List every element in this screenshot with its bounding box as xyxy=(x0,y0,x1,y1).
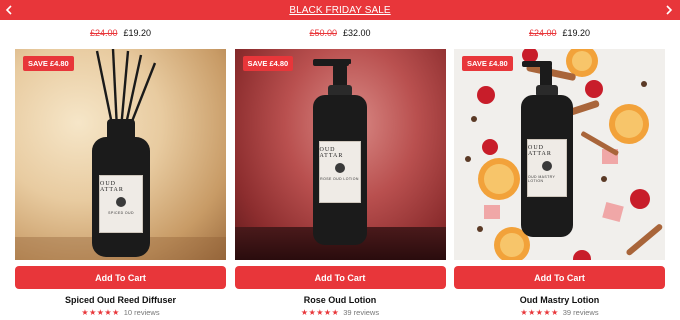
tree-logo xyxy=(542,161,552,171)
product-label: OUD ATTAR ROSE OUD LOTION xyxy=(318,141,361,203)
star-icon: ★★★★★ xyxy=(81,308,120,317)
rating: ★★★★★ 39 reviews xyxy=(520,308,598,317)
save-badge: SAVE £4.80 xyxy=(462,56,513,71)
product-image[interactable]: SAVE £4.80 OUD ATTAR OUD MASTRY LOTION xyxy=(454,49,665,260)
rating: ★★★★★ 10 reviews xyxy=(81,308,159,317)
add-to-cart-button[interactable]: Add To Cart xyxy=(454,266,665,289)
chevron-right-icon[interactable] xyxy=(662,2,676,18)
product-name[interactable]: Oud Mastry Lotion xyxy=(520,295,600,305)
price-row: £24.00 £19.20 xyxy=(90,22,151,44)
star-icon: ★★★★★ xyxy=(300,308,340,317)
chevron-left-icon[interactable] xyxy=(2,2,16,18)
review-count[interactable]: 10 reviews xyxy=(124,308,160,317)
product-image[interactable]: SAVE £4.80 OUD ATTAR ROSE OUD LOTION xyxy=(234,49,446,260)
sale-price: £19.20 xyxy=(123,28,152,38)
original-price: £24.00 xyxy=(89,28,118,38)
product-label: OUD ATTAR OUD MASTRY LOTION xyxy=(527,139,567,197)
price-row: £24.00 £19.20 xyxy=(529,22,590,44)
original-price: £50.00 xyxy=(309,28,337,38)
add-to-cart-button[interactable]: Add To Cart xyxy=(15,266,226,289)
banner-link[interactable]: BLACK FRIDAY SALE xyxy=(289,5,390,16)
sale-price: £19.20 xyxy=(562,28,591,38)
review-count[interactable]: 39 reviews xyxy=(563,308,599,317)
save-badge: SAVE £4.80 xyxy=(23,56,74,71)
tree-logo xyxy=(334,163,345,173)
add-to-cart-button[interactable]: Add To Cart xyxy=(234,266,446,289)
rating: ★★★★★ 39 reviews xyxy=(301,308,379,317)
product-card: £50.00 £32.00 SAVE £4.80 OUD ATTAR ROSE … xyxy=(234,22,446,317)
product-name[interactable]: Spiced Oud Reed Diffuser xyxy=(65,295,176,305)
product-grid: £24.00 £19.20 SAVE £4.80 OUD ATTAR SPICE… xyxy=(15,22,665,317)
save-badge: SAVE £4.80 xyxy=(242,56,294,71)
tree-logo xyxy=(116,197,126,207)
star-icon: ★★★★★ xyxy=(520,308,559,317)
product-image[interactable]: SAVE £4.80 OUD ATTAR SPICED OUD xyxy=(15,49,226,260)
price-row: £50.00 £32.00 xyxy=(309,22,370,44)
product-card: £24.00 £19.20 SAVE £4.80 OUD ATTAR SPICE… xyxy=(15,22,226,317)
product-label: OUD ATTAR SPICED OUD xyxy=(99,175,143,233)
product-card: £24.00 £19.20 SAVE £4.80 OUD ATTAR OUD M… xyxy=(454,22,665,317)
product-name[interactable]: Rose Oud Lotion xyxy=(304,295,377,305)
sale-price: £32.00 xyxy=(343,28,371,38)
original-price: £24.00 xyxy=(528,28,557,38)
promo-banner: BLACK FRIDAY SALE xyxy=(0,0,680,20)
review-count[interactable]: 39 reviews xyxy=(343,308,379,317)
